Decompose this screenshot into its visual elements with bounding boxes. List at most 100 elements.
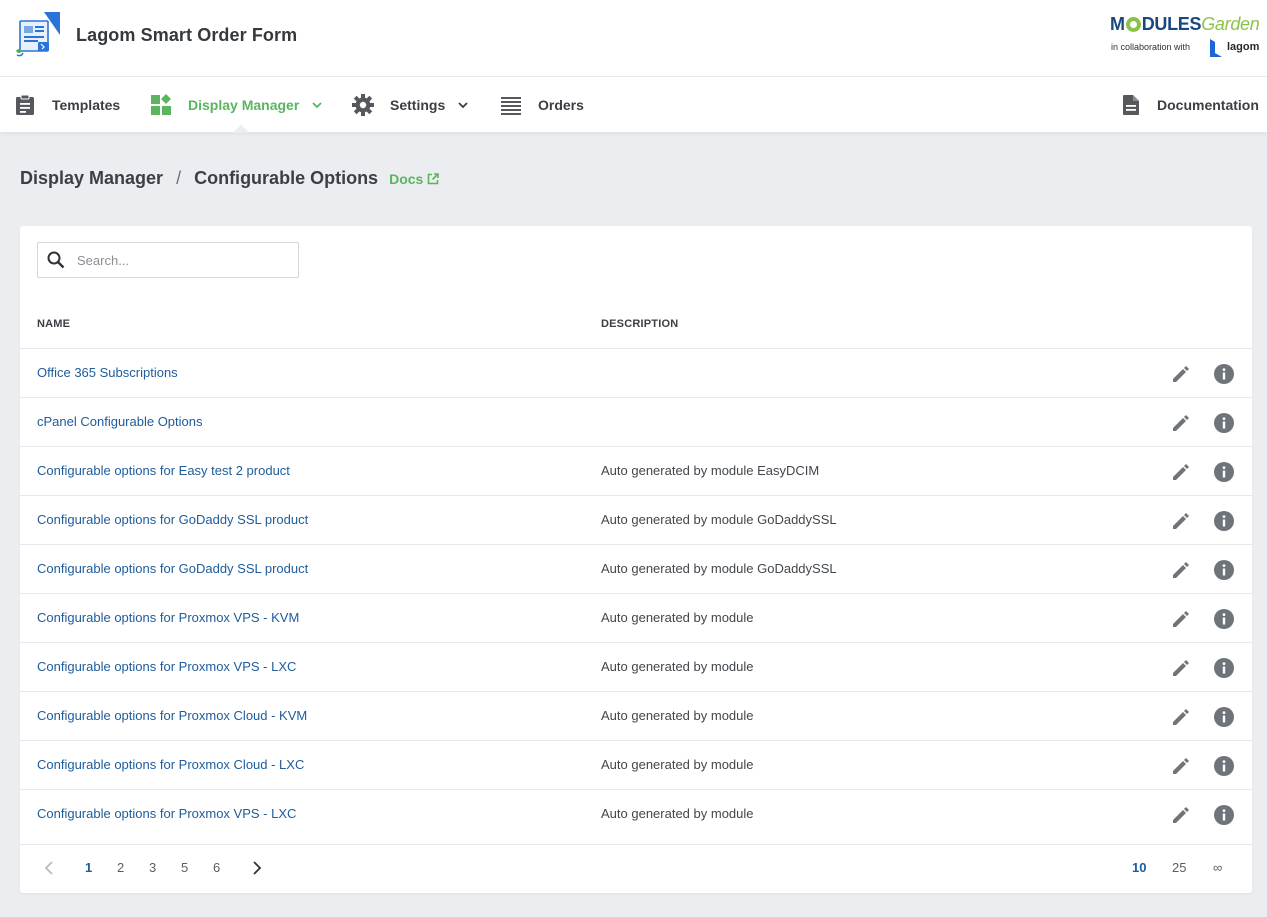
page-link-6[interactable]: 6 (213, 860, 220, 875)
nav-documentation[interactable]: Documentation (1120, 77, 1259, 132)
option-name-link[interactable]: Configurable options for Easy test 2 pro… (37, 463, 290, 478)
option-name-link[interactable]: Configurable options for Proxmox VPS - K… (37, 610, 299, 625)
brand-wordmark: M DULESGarden (1110, 14, 1260, 35)
page-link-5[interactable]: 5 (181, 860, 188, 875)
page-title: Configurable Options (194, 168, 379, 188)
chevron-left-icon[interactable] (42, 860, 56, 876)
info-icon (1214, 364, 1234, 384)
breadcrumb-parent[interactable]: Display Manager (20, 168, 163, 189)
pencil-icon (1173, 415, 1189, 431)
configurable-options-card: NAME DESCRIPTION Office 365 Subscription… (20, 226, 1252, 893)
external-link-icon (428, 173, 440, 185)
info-icon (1214, 756, 1234, 776)
search-box[interactable] (37, 242, 299, 278)
per-page-25[interactable]: 25 (1172, 860, 1186, 875)
info-button[interactable] (1213, 608, 1235, 630)
option-name-link[interactable]: Configurable options for Proxmox Cloud -… (37, 757, 304, 772)
column-header-description[interactable]: DESCRIPTION (601, 318, 678, 330)
edit-button[interactable] (1170, 461, 1192, 483)
edit-button[interactable] (1170, 510, 1192, 532)
table-row: Configurable options for Easy test 2 pro… (20, 446, 1252, 495)
nav-orders[interactable]: Orders (500, 77, 584, 132)
edit-button[interactable] (1170, 363, 1192, 385)
edit-button[interactable] (1170, 608, 1192, 630)
search-input[interactable] (77, 252, 277, 268)
page-link-1[interactable]: 1 (85, 860, 92, 875)
brand-tagline: in collaboration with (1111, 42, 1191, 52)
brand-name-initial: M (1110, 14, 1125, 34)
option-description: Auto generated by module EasyDCIM (601, 463, 820, 478)
column-header-name[interactable]: NAME (37, 318, 70, 330)
option-description: Auto generated by module GoDaddySSL (601, 561, 837, 576)
partner-name: lagom (1227, 41, 1260, 53)
pencil-icon (1173, 611, 1189, 627)
chevron-right-icon[interactable] (250, 860, 264, 876)
info-icon (1214, 658, 1234, 678)
edit-button[interactable] (1170, 559, 1192, 581)
option-name-link[interactable]: Office 365 Subscriptions (37, 365, 178, 380)
info-button[interactable] (1213, 559, 1235, 581)
document-icon (1120, 94, 1142, 116)
pencil-icon (1173, 366, 1189, 382)
nav-settings-label: Settings (390, 96, 446, 113)
options-table: Office 365 Subscriptions cPanel Configur… (20, 348, 1252, 838)
option-name-link[interactable]: cPanel Configurable Options (37, 414, 203, 429)
edit-button[interactable] (1170, 755, 1192, 777)
info-button[interactable] (1213, 412, 1235, 434)
option-name-link[interactable]: Configurable options for GoDaddy SSL pro… (37, 512, 308, 527)
widgets-icon (150, 93, 172, 116)
brand-name-main: DULES (1141, 14, 1202, 34)
edit-button[interactable] (1170, 804, 1192, 826)
nav-active-indicator (232, 124, 250, 133)
pencil-icon (1173, 464, 1189, 480)
per-page-all[interactable]: ∞ (1213, 860, 1222, 875)
table-row: Configurable options for Proxmox VPS - K… (20, 593, 1252, 642)
option-name-link[interactable]: Configurable options for GoDaddy SSL pro… (37, 561, 308, 576)
top-header: Lagom Smart Order Form M DULESGarden in c… (0, 0, 1267, 77)
main-nav: Templates Display Manager Settings Order… (0, 77, 1267, 132)
table-row: Configurable options for Proxmox VPS - L… (20, 642, 1252, 691)
info-button[interactable] (1213, 755, 1235, 777)
info-icon (1214, 413, 1234, 433)
info-icon (1214, 609, 1234, 629)
pencil-icon (1173, 709, 1189, 725)
option-description: Auto generated by module (601, 806, 754, 821)
pencil-icon (1173, 660, 1189, 676)
nav-documentation-label: Documentation (1157, 96, 1259, 113)
page-link-3[interactable]: 3 (149, 860, 156, 875)
option-description: Auto generated by module (601, 610, 754, 625)
info-icon (1214, 560, 1234, 580)
edit-button[interactable] (1170, 706, 1192, 728)
info-button[interactable] (1213, 657, 1235, 679)
edit-button[interactable] (1170, 412, 1192, 434)
brand-gear-icon (1125, 17, 1141, 32)
breadcrumb: Display Manager / Configurable Options D… (20, 168, 440, 189)
info-icon (1214, 462, 1234, 482)
page-link-2[interactable]: 2 (117, 860, 124, 875)
option-description: Auto generated by module (601, 708, 754, 723)
option-description: Auto generated by module (601, 659, 754, 674)
option-name-link[interactable]: Configurable options for Proxmox VPS - L… (37, 806, 296, 821)
nav-display-manager-label: Display Manager (188, 96, 300, 113)
info-button[interactable] (1213, 804, 1235, 826)
info-icon (1214, 805, 1234, 825)
edit-button[interactable] (1170, 657, 1192, 679)
brand-logo: M DULESGarden in collaboration with lagom (1110, 14, 1262, 60)
info-button[interactable] (1213, 363, 1235, 385)
info-button[interactable] (1213, 706, 1235, 728)
info-button[interactable] (1213, 510, 1235, 532)
list-icon (500, 94, 522, 116)
table-row: Configurable options for Proxmox VPS - L… (20, 789, 1252, 838)
brand-name-suffix: Garden (1201, 14, 1260, 34)
table-row: Configurable options for GoDaddy SSL pro… (20, 544, 1252, 593)
chevron-down-icon (312, 101, 322, 108)
info-button[interactable] (1213, 461, 1235, 483)
per-page-10[interactable]: 10 (1132, 860, 1146, 875)
nav-settings[interactable]: Settings (352, 77, 469, 132)
nav-templates[interactable]: Templates (14, 77, 120, 132)
nav-templates-label: Templates (52, 96, 121, 113)
docs-link[interactable]: Docs (389, 171, 440, 187)
option-description: Auto generated by module GoDaddySSL (601, 512, 837, 527)
option-name-link[interactable]: Configurable options for Proxmox VPS - L… (37, 659, 296, 674)
option-name-link[interactable]: Configurable options for Proxmox Cloud -… (37, 708, 307, 723)
